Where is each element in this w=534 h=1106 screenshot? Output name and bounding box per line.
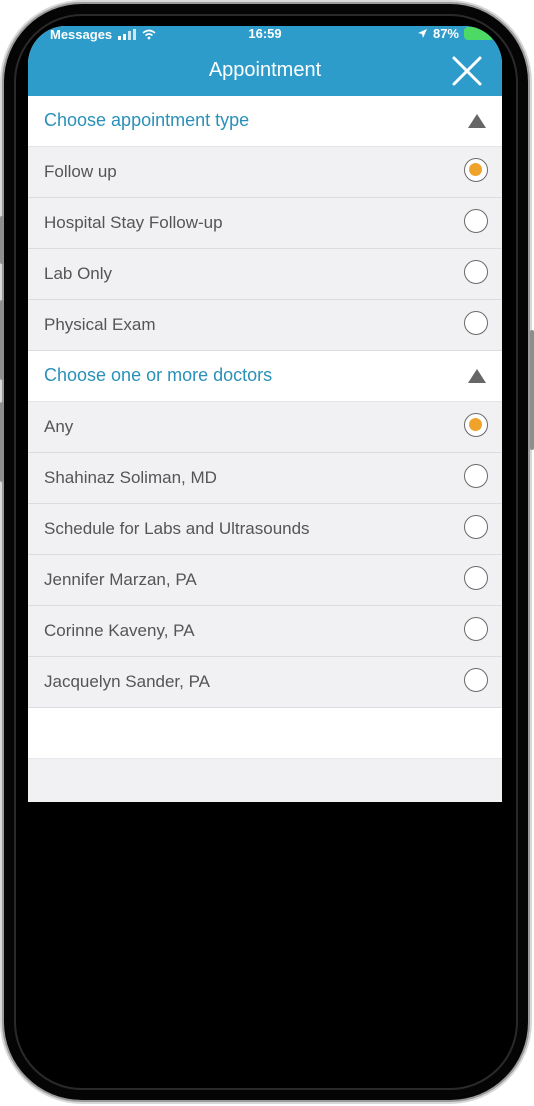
option-label: Lab Only [44, 264, 113, 283]
volume-up-button [0, 300, 4, 380]
close-icon[interactable] [450, 54, 484, 88]
radio-button[interactable] [464, 464, 488, 488]
mute-switch [0, 216, 4, 264]
doctor-option[interactable]: Jacquelyn Sander, PA [28, 657, 502, 708]
status-right: 87% [417, 26, 494, 41]
app-header: Appointment [28, 46, 502, 96]
section-title: Choose appointment type [44, 110, 250, 130]
doctor-option[interactable]: Jennifer Marzan, PA [28, 555, 502, 606]
appointment-type-option[interactable]: Physical Exam [28, 300, 502, 351]
battery-icon [464, 27, 494, 40]
option-label: Jacquelyn Sander, PA [44, 672, 211, 691]
option-label: Jennifer Marzan, PA [44, 570, 197, 589]
collapse-triangle-icon[interactable] [468, 114, 486, 128]
page-title: Appointment [208, 59, 322, 81]
option-label: Shahinaz Soliman, MD [44, 468, 217, 487]
appointment-type-option[interactable]: Follow up [28, 147, 502, 198]
option-label: Hospital Stay Follow-up [44, 213, 223, 232]
appointment-type-option[interactable]: Lab Only [28, 249, 502, 300]
radio-button[interactable] [464, 209, 488, 233]
option-label: Corinne Kaveny, PA [44, 621, 195, 640]
section-header-appointment-type[interactable]: Choose appointment type [28, 96, 502, 147]
radio-button[interactable] [464, 311, 488, 335]
doctor-option[interactable]: Shahinaz Soliman, MD [28, 453, 502, 504]
radio-button[interactable] [464, 668, 488, 692]
volume-down-button [0, 402, 4, 482]
empty-row [28, 759, 502, 787]
radio-button[interactable] [464, 566, 488, 590]
option-label: Physical Exam [44, 315, 156, 334]
option-label: Schedule for Labs and Ultrasounds [44, 519, 310, 538]
appointment-form: Choose appointment type Follow up Hospit… [28, 96, 502, 787]
empty-row [28, 708, 502, 759]
option-label: Follow up [44, 162, 117, 181]
radio-button[interactable] [464, 260, 488, 284]
app-screen: Messages 16:59 87% Appointment Choose ap… [28, 26, 502, 802]
power-button [530, 330, 534, 450]
doctor-option[interactable]: Schedule for Labs and Ultrasounds [28, 504, 502, 555]
location-arrow-icon [417, 29, 427, 38]
section-title: Choose one or more doctors [44, 365, 273, 385]
radio-button[interactable] [464, 617, 488, 641]
option-label: Any [44, 417, 74, 436]
doctor-option[interactable]: Corinne Kaveny, PA [28, 606, 502, 657]
collapse-triangle-icon[interactable] [468, 369, 486, 383]
doctor-option[interactable]: Any [28, 402, 502, 453]
status-bar: Messages 16:59 87% [28, 26, 502, 46]
radio-button[interactable] [464, 515, 488, 539]
radio-button-selected[interactable] [464, 158, 488, 182]
battery-percent: 87% [432, 26, 459, 41]
appointment-type-option[interactable]: Hospital Stay Follow-up [28, 198, 502, 249]
section-header-doctors[interactable]: Choose one or more doctors [28, 351, 502, 402]
radio-button-selected[interactable] [464, 413, 488, 437]
